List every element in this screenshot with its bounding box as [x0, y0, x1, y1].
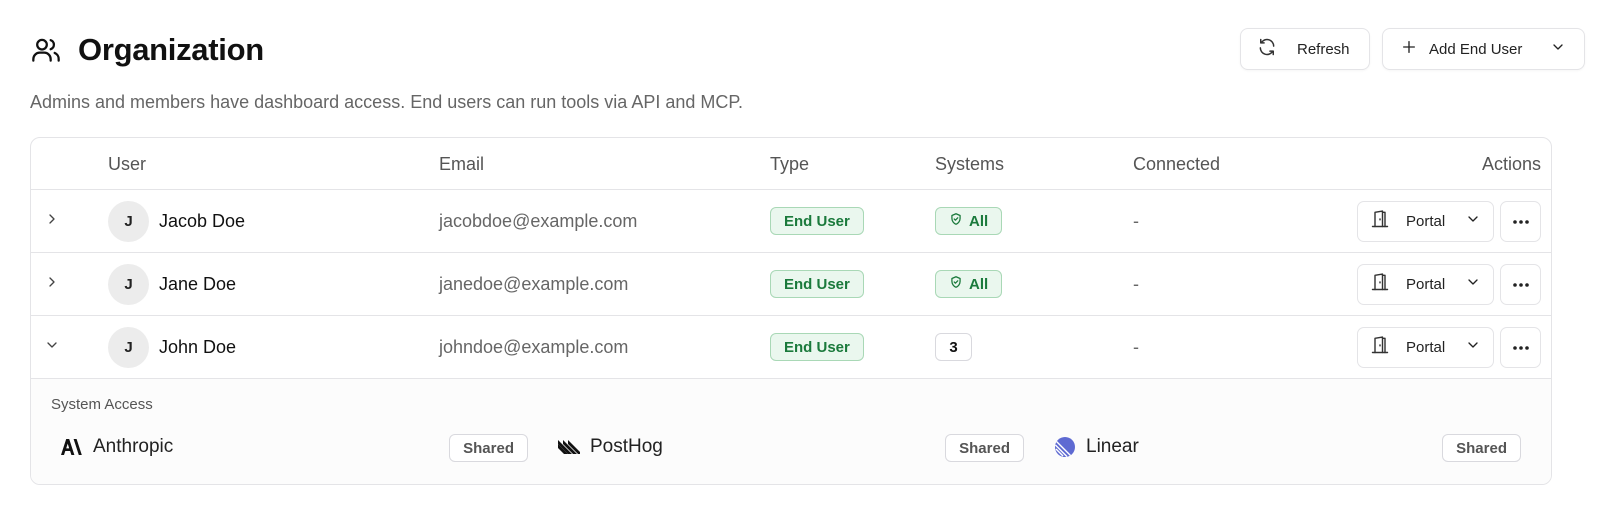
- plus-icon: [1401, 39, 1417, 59]
- shield-check-icon: [949, 212, 963, 230]
- actions-cell: Portal: [1357, 316, 1541, 378]
- actions-cell: Portal: [1357, 190, 1541, 252]
- user-name: John Doe: [159, 336, 237, 357]
- title-group: Organization: [30, 28, 264, 72]
- user-name: Jacob Doe: [159, 210, 246, 231]
- users-icon: [30, 34, 62, 66]
- door-icon: [1370, 209, 1390, 233]
- actions-cell: Portal: [1357, 253, 1541, 315]
- expand-row-button[interactable]: [41, 190, 63, 252]
- avatar: J: [108, 263, 149, 305]
- table-header: User Email Type Systems Connected Action…: [31, 138, 1551, 190]
- connected-value: -: [1133, 336, 1139, 357]
- page-header: Organization Refresh Add End User: [30, 28, 1585, 72]
- collapse-row-button[interactable]: [41, 316, 63, 378]
- refresh-label: Refresh: [1297, 40, 1350, 58]
- system-access-panel: System Access Anthropic Shared PostHog S…: [31, 379, 1551, 484]
- system-name: Anthropic: [93, 436, 174, 457]
- system-item-anthropic: Anthropic Shared: [61, 424, 528, 470]
- chevron-down-icon[interactable]: [1465, 274, 1481, 294]
- table-row: J Jane Doe janedoe@example.com End User …: [31, 253, 1551, 316]
- type-badge: End User: [770, 333, 864, 361]
- door-icon: [1370, 335, 1390, 359]
- type-cell: End User: [770, 316, 864, 378]
- column-header-email: Email: [439, 154, 485, 174]
- portal-label: Portal: [1406, 212, 1446, 230]
- systems-badge: All: [935, 207, 1003, 235]
- refresh-button[interactable]: Refresh: [1240, 28, 1370, 70]
- page-subtitle: Admins and members have dashboard access…: [30, 92, 744, 112]
- shared-badge: Shared: [945, 434, 1024, 462]
- user-email: janedoe@example.com: [439, 273, 629, 294]
- avatar: J: [108, 326, 149, 368]
- systems-count-badge: 3: [935, 333, 972, 361]
- user-cell: J Jacob Doe: [108, 190, 245, 252]
- column-header-user: User: [108, 154, 147, 174]
- chevron-down-icon[interactable]: [44, 337, 60, 358]
- refresh-icon: [1257, 37, 1277, 61]
- column-header-connected: Connected: [1133, 154, 1221, 174]
- users-table: User Email Type Systems Connected Action…: [30, 137, 1552, 485]
- systems-cell: All: [935, 253, 1003, 315]
- chevron-down-icon[interactable]: [1465, 211, 1481, 231]
- add-end-user-button[interactable]: Add End User: [1382, 28, 1585, 70]
- systems-badge: All: [935, 270, 1003, 298]
- type-badge: End User: [770, 270, 864, 298]
- column-header-type: Type: [770, 154, 810, 174]
- user-email: johndoe@example.com: [439, 336, 629, 357]
- system-item-posthog: PostHog Shared: [558, 424, 1024, 470]
- chevron-right-icon[interactable]: [44, 211, 60, 232]
- user-cell: J John Doe: [108, 316, 236, 378]
- portal-label: Portal: [1406, 338, 1446, 356]
- more-options-button[interactable]: [1500, 263, 1541, 305]
- portal-button[interactable]: Portal: [1357, 263, 1494, 305]
- systems-cell: All: [935, 190, 1003, 252]
- user-name: Jane Doe: [159, 273, 237, 294]
- connected-value: -: [1133, 273, 1139, 294]
- shared-badge: Shared: [449, 434, 528, 462]
- user-cell: J Jane Doe: [108, 253, 236, 315]
- chevron-right-icon[interactable]: [44, 274, 60, 295]
- connected-value: -: [1133, 210, 1139, 231]
- posthog-logo-icon: [558, 436, 580, 458]
- header-actions: Refresh Add End User: [1240, 28, 1585, 70]
- linear-logo-icon: [1054, 436, 1076, 458]
- systems-badge-label: All: [969, 275, 989, 293]
- type-cell: End User: [770, 253, 864, 315]
- portal-label: Portal: [1406, 275, 1446, 293]
- expand-row-button[interactable]: [41, 253, 63, 315]
- column-header-actions: Actions: [1481, 154, 1541, 174]
- page-title: Organization: [78, 32, 264, 67]
- more-horizontal-icon: [1512, 275, 1530, 293]
- portal-button[interactable]: Portal: [1357, 326, 1494, 368]
- portal-button[interactable]: Portal: [1357, 200, 1494, 242]
- systems-badge-label: All: [969, 212, 989, 230]
- add-end-user-label: Add End User: [1429, 40, 1523, 58]
- system-name: Linear: [1086, 436, 1139, 457]
- system-item-linear: Linear Shared: [1054, 424, 1521, 470]
- more-options-button[interactable]: [1500, 326, 1541, 368]
- chevron-down-icon[interactable]: [1465, 337, 1481, 357]
- user-email: jacobdoe@example.com: [439, 210, 638, 231]
- anthropic-logo-icon: [61, 436, 83, 458]
- shield-check-icon: [949, 275, 963, 293]
- shared-badge: Shared: [1442, 434, 1521, 462]
- type-badge: End User: [770, 207, 864, 235]
- more-options-button[interactable]: [1500, 200, 1541, 242]
- avatar: J: [108, 200, 149, 242]
- chevron-down-icon[interactable]: [1550, 39, 1566, 59]
- more-horizontal-icon: [1512, 212, 1530, 230]
- more-horizontal-icon: [1512, 338, 1530, 356]
- system-access-title: System Access: [51, 396, 153, 413]
- table-row: J Jacob Doe jacobdoe@example.com End Use…: [31, 190, 1551, 253]
- column-header-systems: Systems: [935, 154, 1005, 174]
- door-icon: [1370, 272, 1390, 296]
- systems-cell: 3: [935, 316, 972, 378]
- system-name: PostHog: [590, 436, 663, 457]
- type-cell: End User: [770, 190, 864, 252]
- table-row: J John Doe johndoe@example.com End User …: [31, 316, 1551, 379]
